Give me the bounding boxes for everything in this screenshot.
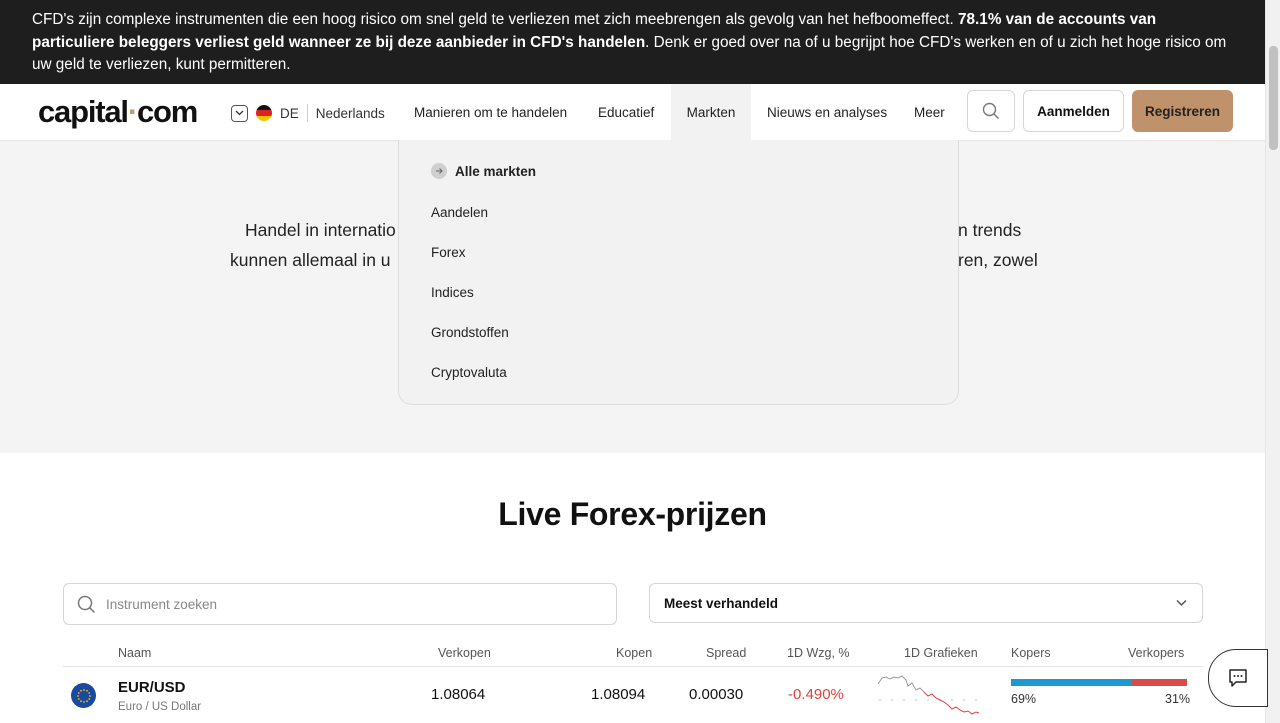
sell-price[interactable]: 1.08064 [431, 686, 485, 703]
scrollbar-thumb[interactable] [1269, 46, 1278, 150]
site-header: capital·com DE Nederlands Manieren om te… [0, 84, 1265, 141]
chevron-down-icon [231, 104, 248, 122]
chat-icon [1229, 669, 1247, 687]
column-header-buy: Kopen [616, 646, 653, 660]
table-divider [63, 666, 1203, 667]
sort-dropdown[interactable]: Meest verhandeld [649, 583, 1203, 623]
nav-markets[interactable]: Markten [671, 84, 751, 140]
daily-change: -0.490% [788, 686, 844, 703]
nav-news-analysis[interactable]: Nieuws en analyses [767, 84, 887, 140]
register-button[interactable]: Registreren [1132, 90, 1233, 132]
hero-text-line2-left: kunnen allemaal in u [230, 250, 391, 270]
dropdown-item-commodities[interactable]: Grondstoffen [431, 325, 509, 340]
hero-text-line1-left: Handel in internatio [245, 220, 396, 240]
login-button[interactable]: Aanmelden [1023, 90, 1124, 132]
hero-text-line1-right: n trends [958, 220, 1022, 240]
instrument-search-input[interactable] [106, 584, 606, 624]
header-search-button[interactable] [967, 90, 1015, 132]
dropdown-item-indices[interactable]: Indices [431, 285, 474, 300]
chevron-down-icon [1176, 599, 1187, 607]
sort-selected-value: Meest verhandeld [664, 596, 779, 611]
search-icon [77, 595, 96, 614]
nav-education[interactable]: Educatief [598, 84, 654, 140]
nav-more[interactable]: Meer [914, 84, 945, 140]
arrow-right-icon [431, 163, 447, 179]
spread-value: 0.00030 [689, 686, 744, 703]
country-code: DE [280, 105, 299, 121]
sellers-percent: 31% [1165, 692, 1191, 706]
dropdown-all-markets[interactable]: Alle markten [431, 163, 536, 179]
instrument-symbol[interactable]: EUR/USD [118, 679, 186, 696]
nav-ways-to-trade[interactable]: Manieren om te handelen [414, 84, 567, 140]
dropdown-item-forex[interactable]: Forex [431, 245, 466, 260]
column-header-sellers: Verkopers [1128, 646, 1185, 660]
eu-flag-icon [71, 683, 96, 708]
capital-com-logo[interactable]: capital·com [38, 94, 198, 130]
sparkline-chart [878, 675, 980, 715]
search-icon [982, 102, 999, 119]
buyers-bar [1011, 679, 1132, 686]
risk-warning-text: CFD's zijn complexe instrumenten die een… [32, 11, 959, 28]
instrument-search-field[interactable] [63, 583, 617, 625]
language-selector[interactable]: DE Nederlands [231, 103, 385, 123]
risk-warning-banner: CFD's zijn complexe instrumenten die een… [0, 0, 1265, 84]
column-header-spread: Spread [706, 646, 747, 660]
column-header-buyers: Kopers [1011, 646, 1051, 660]
column-header-change: 1D Wzg, % [787, 646, 850, 660]
sellers-bar [1132, 679, 1187, 686]
column-header-chart: 1D Grafieken [904, 646, 978, 660]
page-scrollbar[interactable] [1265, 0, 1280, 723]
sentiment-bar [1011, 679, 1187, 686]
column-header-name: Naam [118, 646, 152, 660]
chat-button[interactable] [1208, 649, 1268, 707]
hero-text-line2-right: ren, zowel [958, 250, 1038, 270]
divider [306, 104, 308, 122]
buyers-percent: 69% [1011, 692, 1037, 706]
buy-price[interactable]: 1.08094 [591, 686, 645, 703]
dropdown-item-shares[interactable]: Aandelen [431, 205, 488, 220]
column-header-sell: Verkopen [438, 646, 491, 660]
language-label: Nederlands [315, 105, 385, 121]
germany-flag-icon [256, 105, 272, 121]
markets-dropdown-menu: Alle markten Aandelen Forex Indices Gron… [398, 140, 959, 405]
instrument-description: Euro / US Dollar [118, 701, 202, 713]
all-markets-label: Alle markten [455, 163, 537, 179]
dropdown-item-crypto[interactable]: Cryptovaluta [431, 365, 507, 380]
page-title: Live Forex-prijzen [498, 496, 767, 532]
